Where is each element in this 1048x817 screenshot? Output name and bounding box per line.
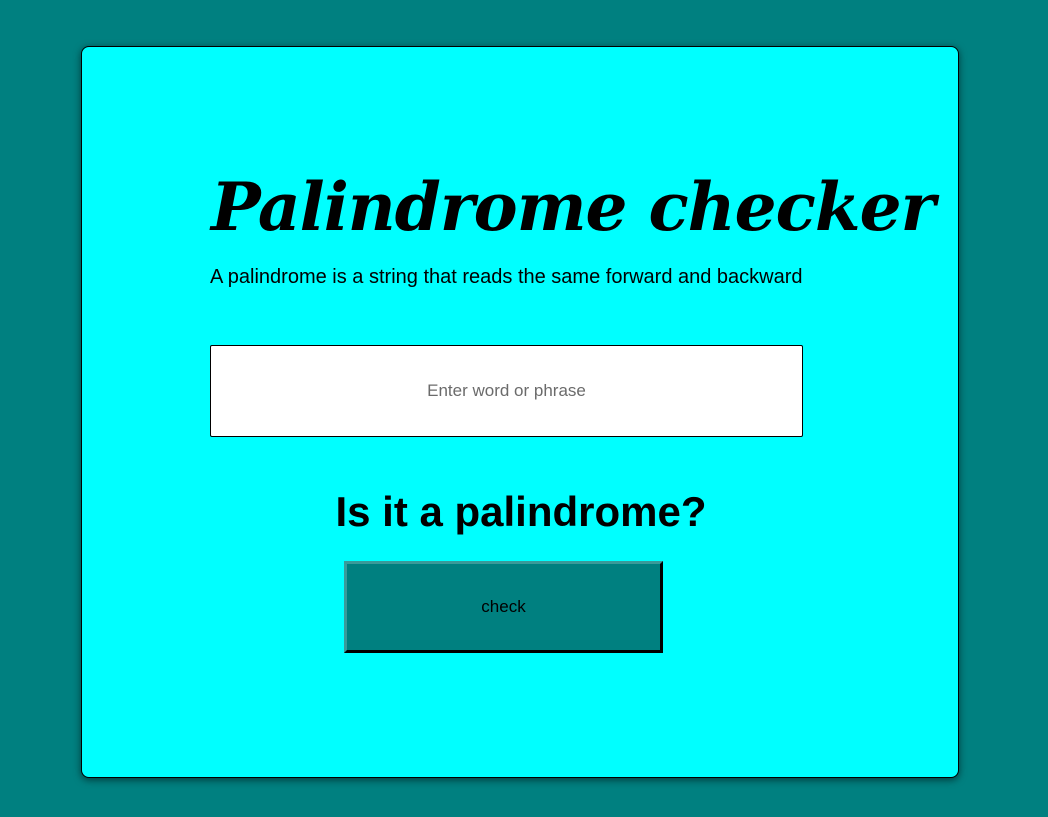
checker-card: Palindrome checker A palindrome is a str… <box>81 46 959 778</box>
result-heading: Is it a palindrome? <box>335 488 707 535</box>
page-subtitle: A palindrome is a string that reads the … <box>210 266 803 288</box>
page-title: Palindrome checker <box>211 168 935 246</box>
word-input[interactable] <box>210 345 803 437</box>
check-button[interactable]: check <box>344 561 663 653</box>
